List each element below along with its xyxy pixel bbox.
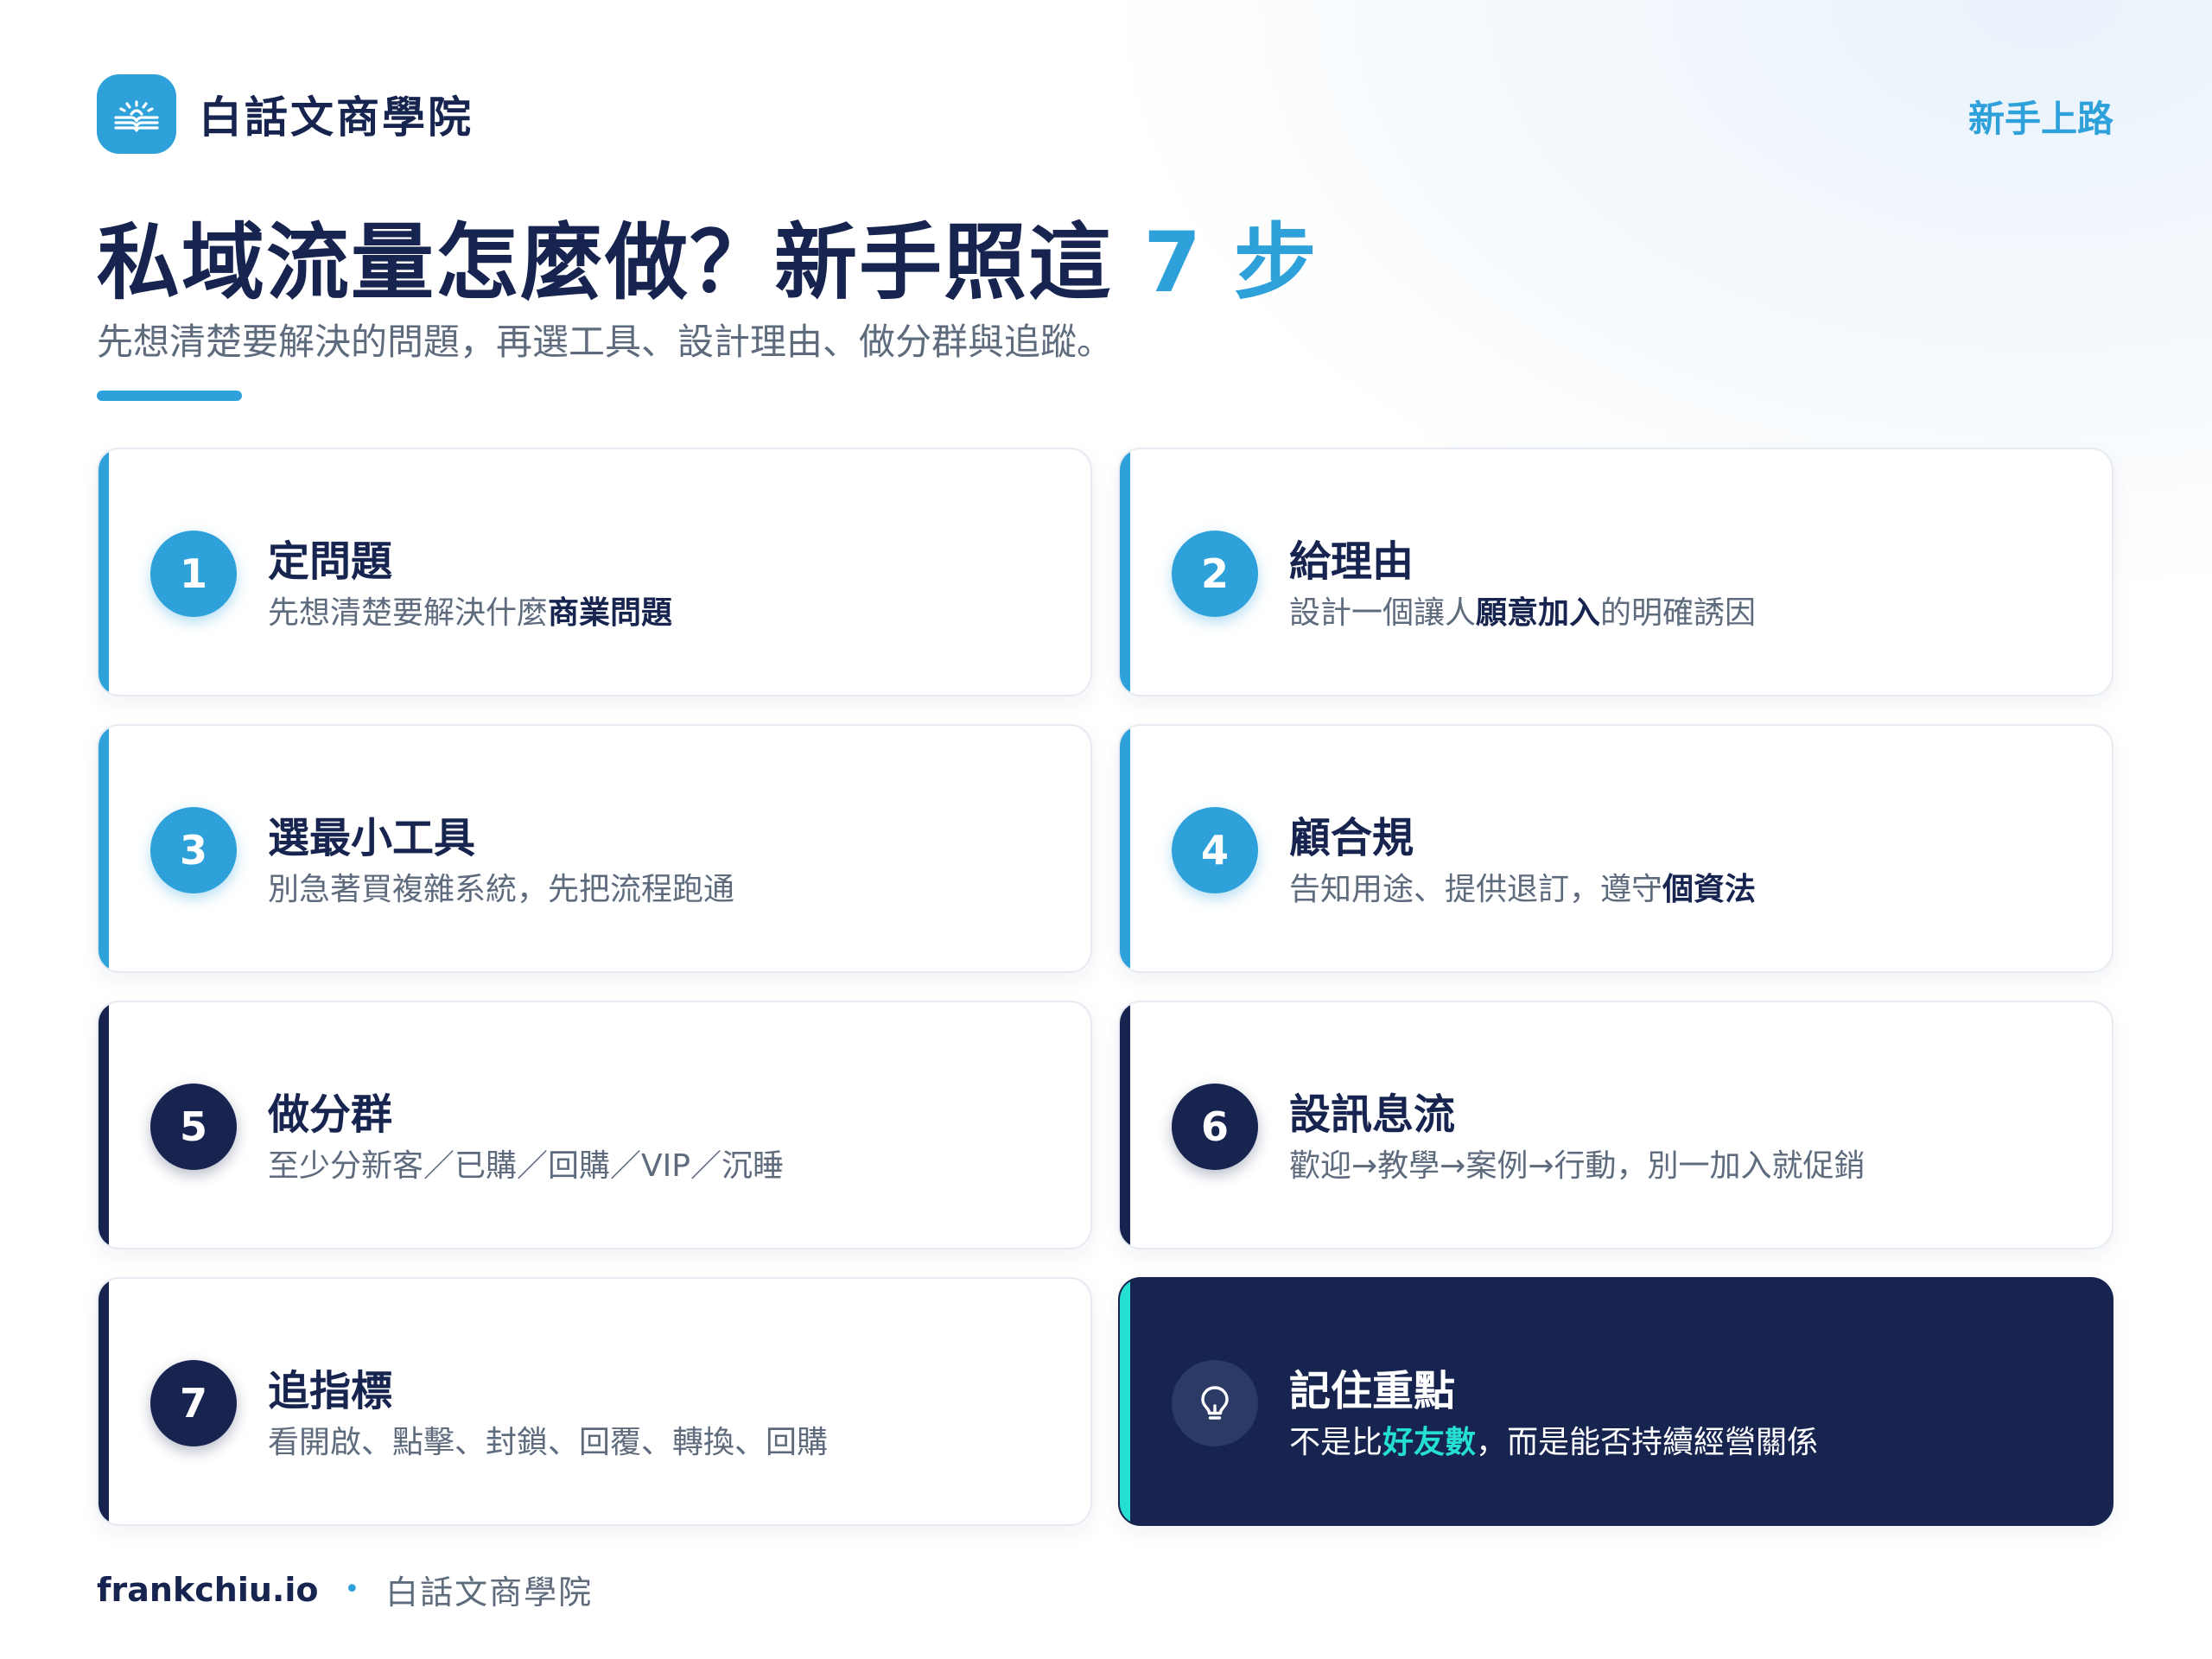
step-title: 選最小工具 — [268, 814, 476, 862]
brand[interactable]: 白話文商學院 — [97, 74, 474, 154]
takeaway-description: 不是比好友數，而是能否持續經營關係 — [1289, 1417, 1818, 1462]
step-title: 做分群 — [268, 1090, 393, 1139]
step-desc-text: 先想清楚要解決什麼 — [268, 595, 549, 631]
step-desc-emphasis: 商業問題 — [548, 595, 673, 631]
step-number-badge: 5 — [150, 1084, 237, 1170]
card-accent-bar — [99, 1279, 109, 1524]
step-card-4: 4 顧合規 告知用途、提供退訂，遵守個資法 — [1118, 724, 2113, 973]
nav-link-getting-started[interactable]: 新手上路 — [1968, 90, 2113, 143]
footer-brand: 白話文商學院 — [385, 1573, 594, 1611]
step-desc-text: 至少分新客／已購／回購／VIP／沉睡 — [268, 1148, 784, 1184]
title-main: 私域流量怎麼做？新手照這 — [97, 214, 1144, 311]
key-takeaway-card: 記住重點 不是比好友數，而是能否持續經營關係 — [1118, 1277, 2113, 1526]
page-subtitle: 先想清楚要解決的問題，再選工具、設計理由、做分群與追蹤。 — [97, 321, 1114, 363]
card-accent-bar — [99, 726, 109, 971]
card-accent-bar — [99, 1002, 109, 1248]
step-title: 定問題 — [268, 537, 393, 586]
card-accent-bar — [1120, 1002, 1130, 1248]
card-accent-bar — [1120, 1279, 1130, 1524]
step-number-badge: 4 — [1172, 807, 1258, 893]
takeaway-title: 記住重點 — [1289, 1367, 1456, 1415]
open-book-icon — [97, 74, 176, 154]
step-desc-text: 別急著買複雜系統，先把流程跑通 — [268, 872, 735, 907]
card-accent-bar — [99, 449, 109, 695]
step-description: 看開啟、點擊、封鎖、回覆、轉換、回購 — [268, 1417, 828, 1462]
takeaway-desc-text: 不是比 — [1289, 1425, 1383, 1460]
step-description: 別急著買複雜系統，先把流程跑通 — [268, 864, 734, 909]
step-desc-emphasis: 願意加入 — [1476, 595, 1601, 631]
step-title: 給理由 — [1289, 537, 1414, 586]
step-desc-text: 告知用途、提供退訂，遵守 — [1289, 872, 1663, 907]
step-card-6: 6 設訊息流 歡迎→教學→案例→行動，別一加入就促銷 — [1118, 1001, 2113, 1249]
title-underline — [97, 391, 242, 401]
card-accent-bar — [1120, 726, 1130, 971]
lightbulb-icon — [1172, 1360, 1258, 1446]
step-card-1: 1 定問題 先想清楚要解決什麼商業問題 — [97, 448, 1092, 696]
step-title: 設訊息流 — [1289, 1090, 1456, 1139]
footer: frankchiu.io • 白話文商學院 — [97, 1566, 593, 1613]
step-number-badge: 6 — [1172, 1084, 1258, 1170]
step-title: 顧合規 — [1289, 814, 1414, 862]
step-desc-text: 歡迎→教學→案例→行動，別一加入就促銷 — [1289, 1148, 1866, 1184]
step-card-5: 5 做分群 至少分新客／已購／回購／VIP／沉睡 — [97, 1001, 1092, 1249]
step-description: 先想清楚要解決什麼商業問題 — [268, 588, 672, 632]
step-card-7: 7 追指標 看開啟、點擊、封鎖、回覆、轉換、回購 — [97, 1277, 1092, 1526]
step-desc-emphasis: 個資法 — [1662, 872, 1757, 907]
footer-separator: • — [344, 1574, 360, 1605]
step-description: 歡迎→教學→案例→行動，別一加入就促銷 — [1289, 1141, 1866, 1185]
footer-site-link[interactable]: frankchiu.io — [97, 1571, 318, 1609]
step-desc-tail: 的明確誘因 — [1600, 595, 1757, 631]
step-card-2: 2 給理由 設計一個讓人願意加入的明確誘因 — [1118, 448, 2113, 696]
step-number-badge: 2 — [1172, 531, 1258, 617]
step-desc-text: 看開啟、點擊、封鎖、回覆、轉換、回購 — [268, 1425, 829, 1460]
page-title: 私域流量怎麼做？新手照這 7 步 — [97, 195, 1319, 315]
card-accent-bar — [1120, 449, 1130, 695]
title-accent: 7 步 — [1143, 214, 1319, 311]
step-description: 至少分新客／已購／回購／VIP／沉睡 — [268, 1141, 784, 1185]
step-title: 追指標 — [268, 1367, 393, 1415]
step-description: 告知用途、提供退訂，遵守個資法 — [1289, 864, 1756, 909]
takeaway-desc-tail: ，而是能否持續經營關係 — [1476, 1425, 1819, 1460]
step-desc-text: 設計一個讓人 — [1289, 595, 1477, 631]
step-number-badge: 3 — [150, 807, 237, 893]
brand-name: 白話文商學院 — [199, 92, 474, 143]
step-description: 設計一個讓人願意加入的明確誘因 — [1289, 588, 1756, 632]
takeaway-desc-emphasis: 好友數 — [1382, 1425, 1477, 1460]
step-card-3: 3 選最小工具 別急著買複雜系統，先把流程跑通 — [97, 724, 1092, 973]
step-number-badge: 1 — [150, 531, 237, 617]
step-number-badge: 7 — [150, 1360, 237, 1446]
